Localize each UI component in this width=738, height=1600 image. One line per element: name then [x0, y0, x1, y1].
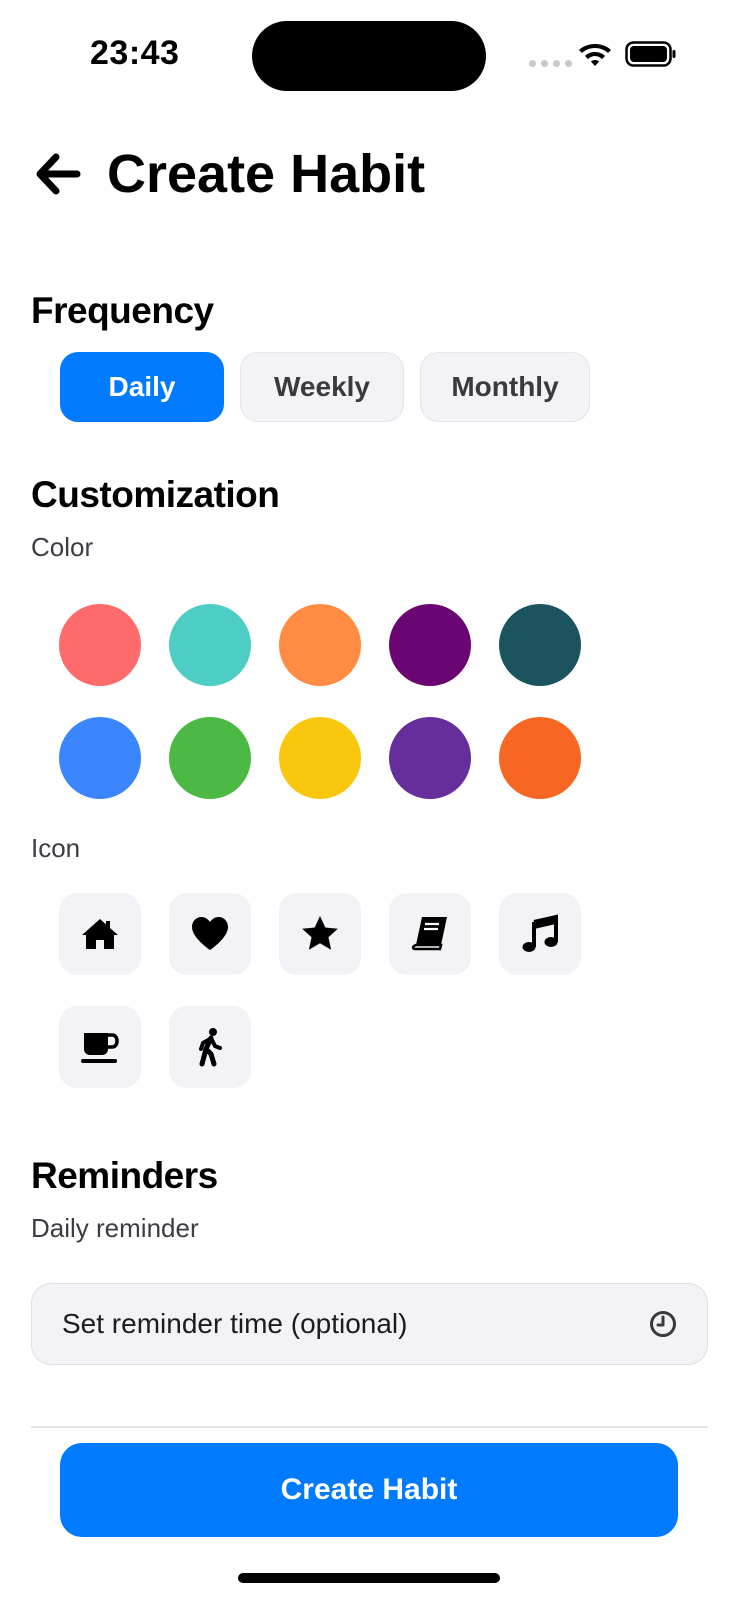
music-icon	[522, 914, 558, 952]
frequency-heading: Frequency	[31, 290, 214, 331]
icon-label: Icon	[31, 833, 81, 863]
page-title: Create Habit	[107, 144, 426, 204]
color-swatch-green[interactable]	[169, 717, 251, 799]
color-swatch-plum[interactable]	[389, 604, 471, 686]
frequency-monthly-option[interactable]: Monthly	[420, 352, 590, 422]
icon-option-coffee[interactable]	[59, 1006, 141, 1088]
color-swatch-coral[interactable]	[59, 604, 141, 686]
color-swatch-orange[interactable]	[279, 604, 361, 686]
frequency-weekly-option[interactable]: Weekly	[240, 352, 404, 422]
frequency-daily-option[interactable]: Daily	[60, 352, 224, 422]
icon-option-heart[interactable]	[169, 893, 251, 975]
heart-icon	[192, 917, 228, 950]
clock-icon	[650, 1311, 676, 1337]
footer-divider	[31, 1426, 708, 1428]
cellular-signal-icon	[529, 60, 572, 67]
icon-option-music[interactable]	[499, 893, 581, 975]
color-swatch-yellow[interactable]	[279, 717, 361, 799]
color-swatch-purple[interactable]	[389, 717, 471, 799]
color-swatch-dark-orange[interactable]	[499, 717, 581, 799]
reminders-heading: Reminders	[31, 1155, 218, 1196]
daily-reminder-label: Daily reminder	[31, 1213, 199, 1243]
star-icon	[302, 916, 338, 950]
arrow-left-icon[interactable]	[36, 151, 82, 197]
coffee-icon	[81, 1033, 119, 1063]
book-icon	[411, 917, 447, 951]
icon-option-walking[interactable]	[169, 1006, 251, 1088]
home-indicator	[238, 1573, 500, 1583]
walking-icon	[199, 1028, 222, 1067]
create-habit-button[interactable]: Create Habit	[60, 1443, 678, 1537]
icon-option-home[interactable]	[59, 893, 141, 975]
wifi-icon	[579, 44, 611, 66]
icon-option-star[interactable]	[279, 893, 361, 975]
reminder-time-placeholder: Set reminder time (optional)	[62, 1308, 408, 1339]
home-icon	[82, 919, 118, 949]
color-swatch-dark-teal[interactable]	[499, 604, 581, 686]
dynamic-island	[252, 21, 486, 91]
status-time: 23:43	[90, 34, 180, 72]
color-swatch-blue[interactable]	[59, 717, 141, 799]
battery-icon	[625, 41, 676, 67]
color-label: Color	[31, 532, 94, 562]
color-swatch-teal[interactable]	[169, 604, 251, 686]
customization-heading: Customization	[31, 474, 280, 515]
reminder-time-field[interactable]: Set reminder time (optional)	[31, 1283, 708, 1365]
icon-option-book[interactable]	[389, 893, 471, 975]
